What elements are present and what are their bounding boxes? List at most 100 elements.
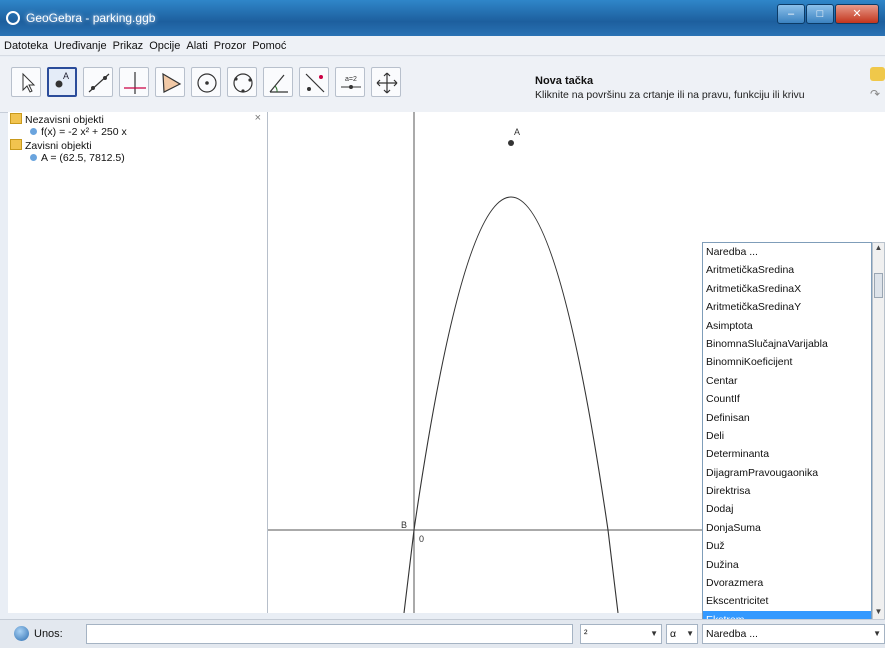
dependent-objects-label: Zavisni objekti: [25, 140, 92, 152]
point-a[interactable]: [508, 140, 514, 146]
dependent-objects-folder[interactable]: Zavisni objekti: [10, 139, 92, 152]
visibility-bullet-icon[interactable]: [30, 128, 37, 135]
redo-icon[interactable]: ↷: [870, 87, 885, 101]
input-label: Unos:: [34, 628, 63, 640]
arrow-cursor-icon: [22, 72, 36, 93]
menu-bar: Datoteka Uređivanje Prikaz Opcije Alati …: [0, 36, 885, 56]
perpendicular-line-icon: [124, 72, 146, 94]
reflect-about-line-icon: [305, 73, 325, 93]
menu-window[interactable]: Prozor: [214, 40, 246, 52]
command-list-item[interactable]: AritmetičkaSredinaY: [703, 298, 871, 316]
svg-text:a=2: a=2: [345, 76, 357, 83]
algebra-item-a[interactable]: A = (62.5, 7812.5): [30, 152, 125, 164]
chevron-down-icon: ▼: [686, 629, 694, 638]
close-button[interactable]: ✕: [835, 4, 879, 24]
reflect-tool-button[interactable]: [299, 67, 329, 97]
toolbar: A a=2 Nova tačka Kliknite na površinu za…: [0, 57, 885, 113]
point-tool-button[interactable]: A: [47, 67, 77, 97]
origin-label: 0: [419, 534, 424, 544]
input-field[interactable]: [86, 624, 573, 644]
tool-description: Kliknite na površinu za crtanje ili na p…: [535, 89, 805, 101]
command-suggestion-list[interactable]: Naredba ... AritmetičkaSredina Aritmetička…: [702, 242, 872, 620]
geogebra-app-icon: [6, 11, 20, 25]
command-combo-value: Naredba ...: [706, 628, 758, 640]
close-view-icon[interactable]: ×: [255, 112, 261, 124]
tool-name: Nova tačka: [535, 75, 594, 87]
free-objects-folder[interactable]: Nezavisni objekti: [10, 113, 104, 126]
point-b-label: B: [401, 520, 407, 530]
command-list-item[interactable]: Dvorazmera: [703, 574, 871, 592]
free-objects-label: Nezavisni objekti: [25, 114, 104, 126]
algebra-view: × Nezavisni objekti f(x) = -2 x² + 250 x…: [8, 112, 268, 613]
command-list-item[interactable]: Dodaj: [703, 500, 871, 518]
polygon-tool-button[interactable]: [155, 67, 185, 97]
scroll-up-icon[interactable]: ▲: [873, 243, 884, 255]
command-list-item[interactable]: BinomnaSlučajnaVarijabla: [703, 335, 871, 353]
window-title: GeoGebra - parking.ggb: [26, 11, 156, 25]
chevron-down-icon: ▼: [873, 629, 881, 638]
menu-file[interactable]: Datoteka: [4, 40, 48, 52]
symbol-combo[interactable]: ² ▼: [580, 624, 662, 644]
slider-tool-button[interactable]: a=2: [335, 67, 365, 97]
algebra-item-f[interactable]: f(x) = -2 x² + 250 x: [30, 126, 127, 138]
menu-tools[interactable]: Alati: [186, 40, 207, 52]
command-list-item[interactable]: AritmetičkaSredina: [703, 261, 871, 279]
slider-icon: a=2: [341, 76, 361, 89]
greek-combo[interactable]: α ▼: [666, 624, 698, 644]
scrollbar-thumb[interactable]: [874, 273, 883, 298]
command-list-item[interactable]: Duž: [703, 537, 871, 555]
command-list-item[interactable]: BinomniKoeficijent: [703, 353, 871, 371]
menu-options[interactable]: Opcije: [149, 40, 180, 52]
perpendicular-tool-button[interactable]: [119, 67, 149, 97]
point-a-definition: A = (62.5, 7812.5): [41, 152, 125, 164]
conic-tool-button[interactable]: [227, 67, 257, 97]
command-list-item[interactable]: Dužina: [703, 556, 871, 574]
command-list-item[interactable]: DijagramPravougaonika: [703, 464, 871, 482]
command-list-item[interactable]: DonjaSuma: [703, 519, 871, 537]
command-list-item[interactable]: Naredba ...: [703, 243, 871, 261]
line-icon: [88, 73, 110, 93]
svg-text:A: A: [63, 71, 69, 81]
angle-tool-button[interactable]: [263, 67, 293, 97]
title-bar: GeoGebra - parking.ggb – □ ✕: [0, 0, 885, 36]
command-list-item[interactable]: Determinanta: [703, 445, 871, 463]
command-list-item[interactable]: Definisan: [703, 409, 871, 427]
visibility-bullet-icon[interactable]: [30, 154, 37, 161]
menu-view[interactable]: Prikaz: [113, 40, 144, 52]
minimize-button[interactable]: –: [777, 4, 805, 24]
menu-edit[interactable]: Uređivanje: [54, 40, 107, 52]
point-a-label: A: [514, 127, 520, 137]
move-tool-button[interactable]: [11, 67, 41, 97]
folder-icon: [10, 113, 22, 124]
undo-icon[interactable]: [870, 67, 885, 81]
new-point-icon: A: [55, 71, 69, 88]
scroll-down-icon[interactable]: ▼: [873, 607, 884, 619]
circle-tool-button[interactable]: [191, 67, 221, 97]
command-list-item[interactable]: Asimptota: [703, 317, 871, 335]
tool-help: Nova tačka Kliknite na površinu za crtan…: [535, 75, 805, 101]
symbol-combo-value: ²: [584, 628, 588, 640]
command-list-item[interactable]: CountIf: [703, 390, 871, 408]
input-bar: Unos: ² ▼ α ▼ Naredba ... ▼: [0, 619, 885, 648]
move-graphics-view-icon: [376, 72, 398, 94]
line-tool-button[interactable]: [83, 67, 113, 97]
conic-through-points-icon: [233, 73, 253, 93]
window-controls: – □ ✕: [776, 4, 879, 24]
circle-icon: [197, 73, 217, 93]
command-list-item[interactable]: Centar: [703, 372, 871, 390]
function-f-graph[interactable]: [403, 196, 619, 613]
command-list-item[interactable]: Direktrisa: [703, 482, 871, 500]
command-list-item[interactable]: AritmetičkaSredinaX: [703, 280, 871, 298]
menu-help[interactable]: Pomoć: [252, 40, 286, 52]
polygon-icon: [162, 72, 182, 93]
maximize-button[interactable]: □: [806, 4, 834, 24]
folder-icon: [10, 139, 22, 150]
chevron-down-icon: ▼: [650, 629, 658, 638]
input-help-icon[interactable]: [14, 626, 29, 641]
move-graphics-tool-button[interactable]: [371, 67, 401, 97]
command-list-scrollbar[interactable]: ▲ ▼: [872, 242, 885, 620]
command-list-item[interactable]: Ekscentricitet: [703, 592, 871, 610]
command-list-item[interactable]: Deli: [703, 427, 871, 445]
command-combo[interactable]: Naredba ... ▼: [702, 624, 885, 644]
function-f-definition: f(x) = -2 x² + 250 x: [41, 126, 127, 138]
